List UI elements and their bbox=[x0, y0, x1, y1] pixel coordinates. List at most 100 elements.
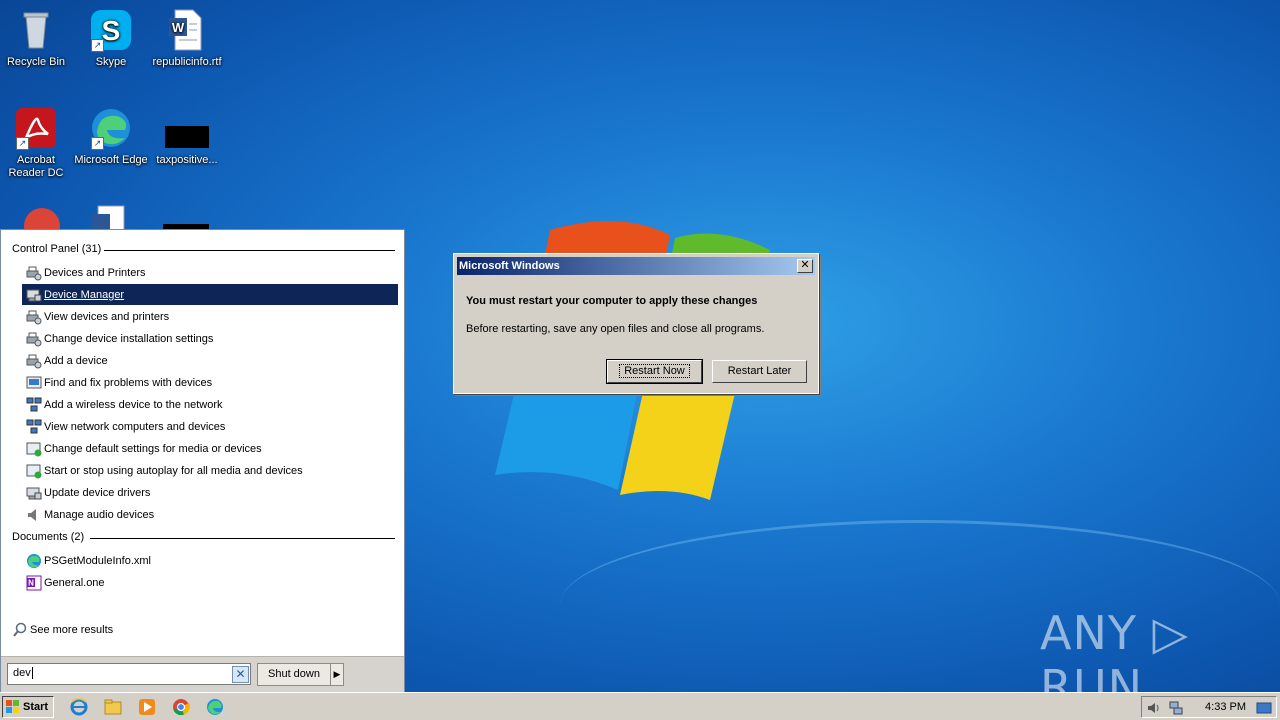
result-item-label: PSGetModuleInfo.xml bbox=[44, 554, 151, 567]
edge-icon: ↗ bbox=[89, 106, 133, 150]
result-item-label: Find and fix problems with devices bbox=[44, 376, 213, 389]
media-player-icon[interactable] bbox=[138, 698, 156, 716]
dialog-title-bar[interactable]: Microsoft Windows ✕ bbox=[457, 257, 815, 275]
result-item-label: Start or stop using autoplay for all med… bbox=[44, 464, 303, 477]
divider bbox=[90, 538, 395, 539]
network-icon[interactable] bbox=[1168, 700, 1184, 719]
result-item-view-devices-and-printers[interactable]: View devices and printers bbox=[22, 306, 398, 327]
file-explorer-icon[interactable] bbox=[104, 698, 122, 716]
desktop-icon-edge[interactable]: ↗ Microsoft Edge bbox=[73, 106, 149, 167]
desktop-icon-label: republicinfo.rtf bbox=[152, 56, 222, 68]
shortcut-arrow-icon: ↗ bbox=[91, 137, 104, 150]
word-document-icon bbox=[90, 204, 134, 231]
start-menu: Control Panel (31) Devices and Printers D… bbox=[0, 229, 405, 692]
result-item-label: Manage audio devices bbox=[44, 508, 155, 521]
shut-down-button[interactable]: Shut down bbox=[257, 663, 331, 686]
svg-text:S: S bbox=[102, 15, 121, 46]
shortcut-arrow-icon: ↗ bbox=[91, 39, 104, 52]
desktop-icon-label: Recycle Bin bbox=[6, 56, 66, 68]
dialog-title: Microsoft Windows bbox=[459, 260, 560, 272]
result-item-label: Add a wireless device to the network bbox=[44, 398, 223, 411]
windows-flag-icon bbox=[6, 700, 20, 714]
result-item-start-or-stop-using-autoplay-for-all-media-and-devices[interactable]: Start or stop using autoplay for all med… bbox=[22, 460, 398, 481]
acrobat-reader-icon: ↗ bbox=[14, 106, 58, 150]
divider bbox=[104, 250, 395, 251]
restart-later-label: Restart Later bbox=[727, 365, 792, 377]
restart-now-label: Restart Now bbox=[619, 364, 690, 378]
desktop-icon-label: Microsoft Edge bbox=[74, 154, 148, 166]
chrome-icon bbox=[20, 204, 64, 244]
see-more-results-link[interactable]: See more results bbox=[8, 619, 398, 640]
start-menu-bottom-bar: dev ✕ Shut down ▶ bbox=[1, 656, 404, 692]
dialog-heading: You must restart your computer to apply … bbox=[466, 295, 758, 307]
close-icon: ✕ bbox=[800, 259, 810, 271]
result-item-change-device-installation-settings[interactable]: Change device installation settings bbox=[22, 328, 398, 349]
onenote-icon: N bbox=[26, 575, 42, 591]
shut-down-label: Shut down bbox=[268, 668, 320, 680]
speaker-icon[interactable] bbox=[1146, 700, 1162, 719]
svg-text:W: W bbox=[172, 20, 185, 35]
desktop-icon-taxpositive[interactable]: taxpositive... bbox=[149, 106, 225, 167]
restart-later-button[interactable]: Restart Later bbox=[712, 360, 807, 383]
devices-printers-icon bbox=[26, 309, 42, 325]
clear-search-button[interactable]: ✕ bbox=[232, 666, 249, 683]
result-item-devices-and-printers[interactable]: Devices and Printers bbox=[22, 262, 398, 283]
svg-text:N: N bbox=[28, 578, 34, 587]
edge-icon[interactable] bbox=[206, 698, 224, 716]
word-document-icon: W bbox=[165, 8, 209, 52]
device-manager-icon bbox=[26, 287, 42, 303]
device-manager-icon bbox=[26, 485, 42, 501]
result-item-label: Update device drivers bbox=[44, 486, 151, 499]
restart-dialog: Microsoft Windows ✕ You must restart you… bbox=[453, 253, 819, 394]
result-item-manage-audio-devices[interactable]: Manage audio devices bbox=[22, 504, 398, 525]
result-item-label: View devices and printers bbox=[44, 310, 170, 323]
result-item-add-a-device[interactable]: Add a device bbox=[22, 350, 398, 371]
recycle-bin-icon bbox=[14, 8, 58, 52]
shortcut-arrow-icon: ↗ bbox=[16, 137, 29, 150]
show-desktop-icon[interactable] bbox=[1256, 700, 1272, 719]
clock[interactable]: 4:33 PM bbox=[1205, 701, 1246, 713]
desktop-icon-label: taxpositive... bbox=[156, 154, 218, 166]
shut-down-options-button[interactable]: ▶ bbox=[330, 663, 344, 686]
restart-now-button[interactable]: Restart Now bbox=[606, 359, 703, 384]
devices-printers-icon bbox=[26, 331, 42, 347]
group-header-control-panel[interactable]: Control Panel (31) bbox=[12, 243, 395, 259]
result-item-device-manager[interactable]: Device Manager bbox=[22, 284, 398, 305]
desktop-icon-skype[interactable]: S ↗ Skype bbox=[73, 8, 149, 69]
result-item-psgetmoduleinfo-xml[interactable]: PSGetModuleInfo.xml bbox=[22, 550, 398, 571]
skype-icon: S ↗ bbox=[89, 8, 133, 52]
result-item-label: Devices and Printers bbox=[44, 266, 146, 279]
network-icon bbox=[26, 419, 42, 435]
search-results-panel: Control Panel (31) Devices and Printers D… bbox=[4, 233, 401, 655]
speaker-icon bbox=[26, 507, 42, 523]
taskbar: Start 4:33 PM bbox=[0, 692, 1280, 720]
network-icon bbox=[26, 397, 42, 413]
group-header-documents[interactable]: Documents (2) bbox=[12, 531, 395, 547]
result-item-add-a-wireless-device-to-the-network[interactable]: Add a wireless device to the network bbox=[22, 394, 398, 415]
devices-printers-icon bbox=[26, 265, 42, 281]
result-item-label: General.one bbox=[44, 576, 105, 589]
result-item-change-default-settings-for-media-or-devices[interactable]: Change default settings for media or dev… bbox=[22, 438, 398, 459]
black-file-icon bbox=[165, 106, 211, 150]
start-search-input[interactable]: dev bbox=[7, 663, 251, 685]
result-item-find-and-fix-problems-with-devices[interactable]: Find and fix problems with devices bbox=[22, 372, 398, 393]
chrome-icon[interactable] bbox=[172, 698, 190, 716]
internet-explorer-icon[interactable] bbox=[70, 698, 88, 716]
desktop-icon-republicinfo[interactable]: W republicinfo.rtf bbox=[149, 8, 225, 69]
start-button[interactable]: Start bbox=[2, 696, 54, 718]
devices-printers-icon bbox=[26, 353, 42, 369]
desktop-icon-label: Skype bbox=[95, 56, 127, 68]
desktop-icon-recycle-bin[interactable]: Recycle Bin bbox=[0, 8, 74, 69]
group-header-label: Documents (2) bbox=[12, 531, 85, 543]
result-item-label: Change default settings for media or dev… bbox=[44, 442, 262, 455]
close-button[interactable]: ✕ bbox=[797, 259, 813, 273]
result-item-update-device-drivers[interactable]: Update device drivers bbox=[22, 482, 398, 503]
group-header-label: Control Panel (31) bbox=[12, 243, 102, 255]
desktop-icon-acrobat[interactable]: ↗ Acrobat Reader DC bbox=[0, 106, 74, 180]
dialog-body-text: Before restarting, save any open files a… bbox=[466, 323, 765, 335]
see-more-label: See more results bbox=[30, 623, 114, 636]
autoplay-icon bbox=[26, 463, 42, 479]
result-item-general-one[interactable]: N General.one bbox=[22, 572, 398, 593]
result-item-view-network-computers-and-devices[interactable]: View network computers and devices bbox=[22, 416, 398, 437]
result-item-label: Device Manager bbox=[44, 288, 125, 301]
